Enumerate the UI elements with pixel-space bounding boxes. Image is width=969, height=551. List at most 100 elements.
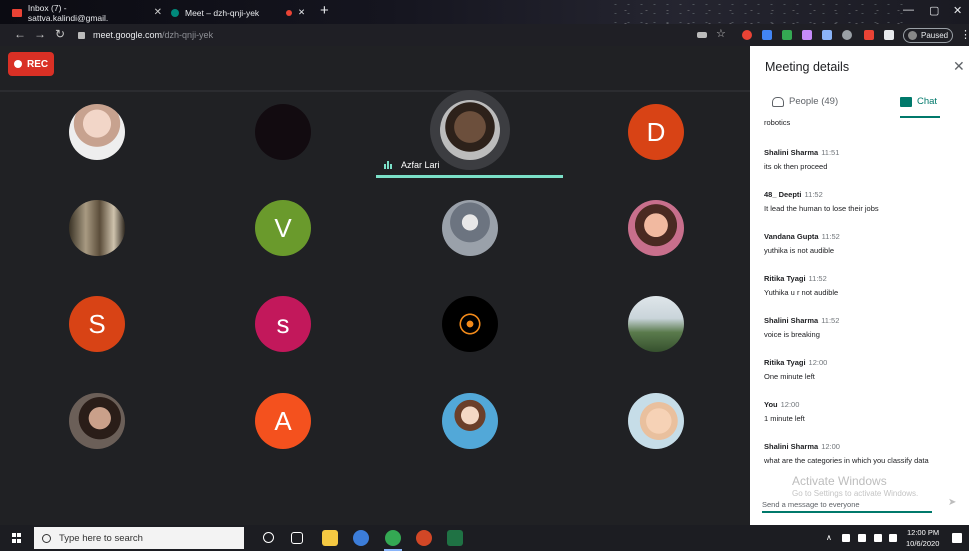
- chat-message: Vandana Gupta 11:52 yuthika is not audibl…: [764, 232, 964, 255]
- url-host: meet.google.com: [93, 30, 163, 40]
- notifications-icon[interactable]: [952, 533, 962, 543]
- close-window-icon[interactable]: ✕: [953, 4, 962, 17]
- people-icon: [772, 96, 784, 107]
- message-sender: Ritika Tyagi: [764, 274, 806, 283]
- message-sender: You: [764, 400, 778, 409]
- minimize-icon[interactable]: —: [903, 4, 914, 16]
- profile-button[interactable]: Paused: [903, 28, 953, 43]
- more-menu-icon[interactable]: ⋮: [960, 28, 969, 41]
- meet-icon: [171, 8, 179, 17]
- close-tab-icon[interactable]: ✕: [292, 3, 311, 22]
- search-icon: [42, 533, 51, 543]
- search-placeholder: Type here to search: [59, 532, 143, 544]
- extension-icon[interactable]: [822, 30, 832, 40]
- battery-icon[interactable]: [874, 534, 882, 542]
- tab-people[interactable]: People (49): [772, 96, 838, 107]
- address-bar[interactable]: meet.google.com/dzh-qnji-yek: [78, 27, 678, 43]
- participant-avatar[interactable]: [442, 200, 498, 256]
- camera-icon[interactable]: [697, 32, 707, 38]
- tray-icon[interactable]: [842, 534, 850, 542]
- chrome-icon[interactable]: [385, 530, 401, 546]
- profile-status: Paused: [921, 31, 949, 40]
- avatar-letter: V: [274, 212, 292, 243]
- avatar-letter: A: [274, 405, 292, 436]
- theme-background: [609, 0, 909, 24]
- participant-avatar[interactable]: S: [69, 296, 125, 352]
- forward-icon[interactable]: →: [34, 27, 46, 41]
- tab-title: Meet – dzh-qnji-yek: [185, 7, 260, 18]
- active-speaker-avatar[interactable]: [440, 100, 500, 160]
- clock-time[interactable]: 12:00 PM: [907, 528, 939, 537]
- new-tab-button[interactable]: +: [320, 2, 329, 19]
- extension-icon[interactable]: [762, 30, 772, 40]
- chevron-up-icon[interactable]: ∧: [826, 533, 832, 542]
- extension-icon[interactable]: [782, 30, 792, 40]
- speaker-name-label: Azfar Lari: [384, 160, 440, 170]
- participant-avatar[interactable]: [255, 104, 311, 160]
- message-time: 11:52: [821, 316, 840, 325]
- panel-title: Meeting details: [765, 60, 850, 74]
- avatar-letter: s: [276, 308, 290, 339]
- chat-message-input[interactable]: Send a message to everyone: [762, 500, 860, 509]
- divider: [0, 90, 750, 92]
- puzzle-icon[interactable]: [884, 30, 894, 40]
- send-icon[interactable]: ➤: [948, 497, 956, 508]
- network-icon[interactable]: [858, 534, 866, 542]
- participant-avatar[interactable]: [442, 393, 498, 449]
- participant-avatar[interactable]: D: [628, 104, 684, 160]
- windows-taskbar: Type here to search ∧ 12:00 PM 10/6/2020: [0, 525, 969, 551]
- tab-chat[interactable]: Chat: [900, 96, 937, 107]
- taskbar-search-input[interactable]: Type here to search: [34, 527, 244, 549]
- star-icon[interactable]: ☆: [716, 27, 726, 40]
- participant-avatar[interactable]: s: [255, 296, 311, 352]
- message-sender: Shalini Sharma: [764, 148, 819, 157]
- rec-label: REC: [27, 58, 49, 70]
- tab-gmail[interactable]: Inbox (7) - sattva.kalindi@gmail. ✕: [6, 3, 168, 23]
- chat-message: You 12:00 1 minute left: [764, 400, 964, 423]
- participant-avatar[interactable]: [442, 296, 498, 352]
- app-icon[interactable]: [353, 530, 369, 546]
- message-time: 12:00: [808, 358, 828, 367]
- back-icon[interactable]: ←: [14, 27, 26, 41]
- participant-avatar[interactable]: [69, 200, 125, 256]
- meeting-details-panel: Meeting details ✕ People (49) Chat robot…: [750, 46, 969, 525]
- extension-icon[interactable]: [864, 30, 874, 40]
- participant-avatar[interactable]: [628, 296, 684, 352]
- participant-avatar[interactable]: [628, 200, 684, 256]
- windows-start-icon[interactable]: [12, 533, 22, 543]
- extension-icon[interactable]: [802, 30, 812, 40]
- message-sender: Ritika Tyagi: [764, 358, 806, 367]
- message-text: 1 minute left: [764, 414, 805, 423]
- chat-message: Shalini Sharma 12:00 what are the categor…: [764, 442, 964, 465]
- reload-icon[interactable]: ↻: [55, 27, 65, 41]
- powerpoint-icon[interactable]: [416, 530, 432, 546]
- participant-avatar[interactable]: V: [255, 200, 311, 256]
- chat-message: Ritika Tyagi 12:00 One minute left: [764, 358, 964, 381]
- input-underline: [762, 511, 932, 513]
- participant-avatar[interactable]: [69, 393, 125, 449]
- tab-people-label: People (49): [789, 96, 839, 107]
- extension-icon[interactable]: [842, 30, 852, 40]
- chat-icon: [900, 96, 912, 107]
- meet-stage: REC Azfar Lari D V S s A: [0, 46, 750, 525]
- close-tab-icon[interactable]: ✕: [154, 7, 162, 18]
- file-explorer-icon[interactable]: [322, 530, 338, 546]
- message-time: 11:52: [808, 274, 827, 283]
- participant-avatar[interactable]: A: [255, 393, 311, 449]
- chat-message: Ritika Tyagi 11:52 Yuthika u r not audibl…: [764, 274, 964, 297]
- participant-avatar[interactable]: [69, 104, 125, 160]
- message-text: what are the categories in which you cla…: [764, 456, 929, 465]
- clock-date[interactable]: 10/6/2020: [906, 539, 939, 548]
- excel-icon[interactable]: [447, 530, 463, 546]
- cortana-icon[interactable]: [263, 532, 274, 543]
- task-view-icon[interactable]: [291, 532, 303, 544]
- extension-icon[interactable]: [742, 30, 752, 40]
- maximize-icon[interactable]: ▢: [929, 4, 939, 17]
- activation-watermark-subtitle: Go to Settings to activate Windows.: [792, 489, 919, 498]
- volume-icon[interactable]: [889, 534, 897, 542]
- close-icon[interactable]: ✕: [953, 58, 965, 75]
- browser-toolbar: ← → ↻ meet.google.com/dzh-qnji-yek ☆ Pau…: [0, 24, 969, 46]
- message-time: 11:51: [821, 148, 840, 157]
- participant-avatar[interactable]: [628, 393, 684, 449]
- lock-icon: [78, 31, 85, 39]
